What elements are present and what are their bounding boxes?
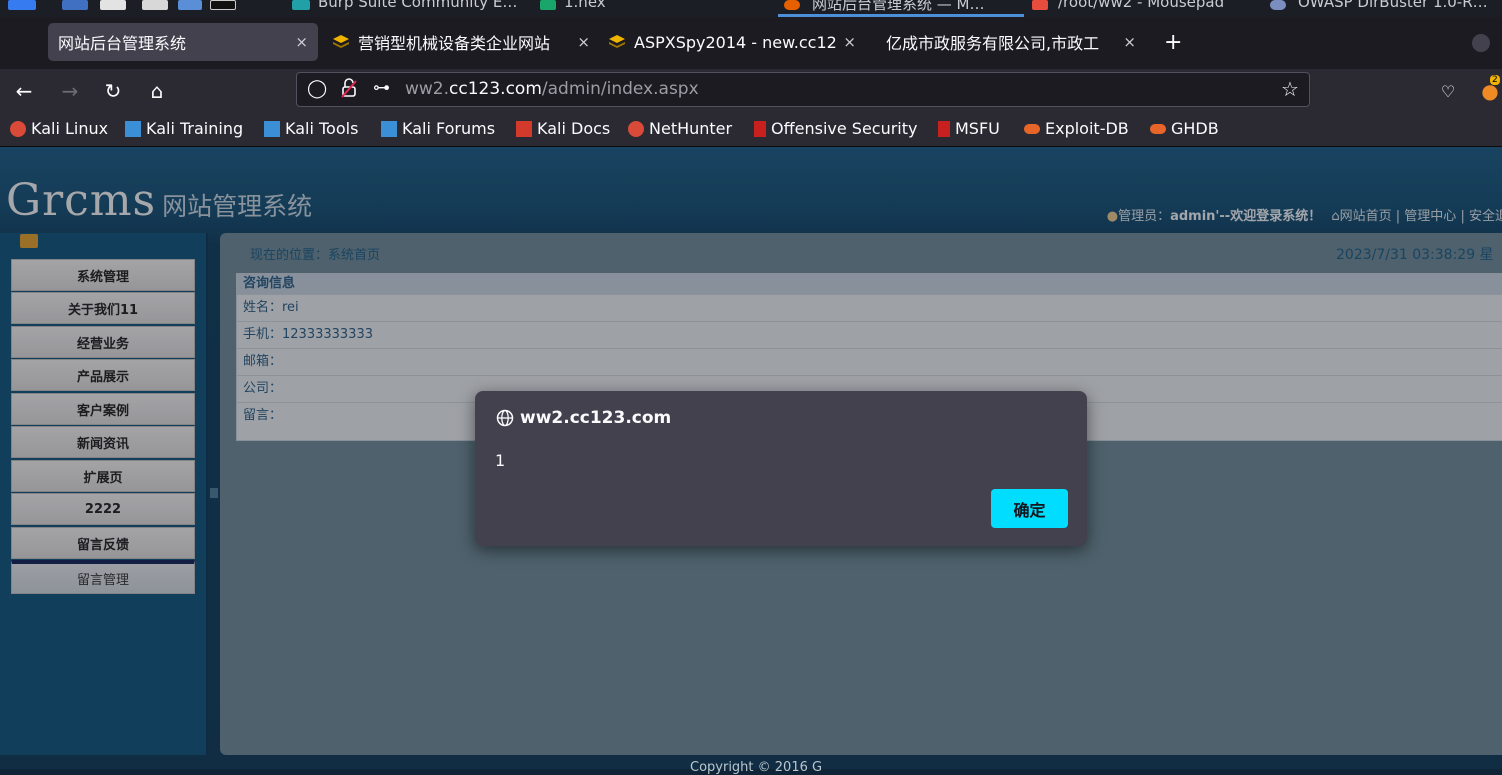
extension-badge: 2 <box>1490 75 1500 85</box>
desktop-icon[interactable] <box>62 0 88 10</box>
taskbar-item-hex[interactable]: 1.hex <box>564 0 606 11</box>
offsec-icon <box>754 120 766 137</box>
copyright-footer: Copyright © 2016 G <box>690 760 823 775</box>
taskbar-item-mousepad[interactable]: /root/ww2 - Mousepad <box>1058 0 1224 11</box>
navigation-bar: ← → ↻ ⌂ ◯ ⊶ ww2.cc123.com/admin/index.as… <box>0 69 1502 113</box>
back-arrow-icon[interactable]: ← <box>10 77 38 105</box>
bookmark-kali-training[interactable]: Kali Training <box>125 119 243 138</box>
url-text[interactable]: ww2.cc123.com/admin/index.aspx <box>405 79 699 99</box>
tab-title: ASPXSpy2014 - new.cc123 <box>634 32 838 52</box>
bookmark-msfu[interactable]: MSFU <box>938 119 1000 138</box>
url-host-prefix: ww2. <box>405 79 450 99</box>
burp-icon <box>292 0 310 10</box>
new-tab-button[interactable]: + <box>1154 23 1194 61</box>
close-tab-icon[interactable]: × <box>843 33 856 51</box>
tab-machinery[interactable]: 营销型机械设备类企业网站 × <box>322 23 600 61</box>
close-tab-icon[interactable]: × <box>1123 33 1136 51</box>
firefox-icon <box>784 0 800 10</box>
kali-docs-icon <box>516 120 532 137</box>
bookmark-label: GHDB <box>1171 119 1219 138</box>
close-tab-icon[interactable]: × <box>577 33 590 51</box>
alert-dialog: ww2.cc123.com 1 确定 <box>475 391 1087 546</box>
bookmark-star-icon[interactable]: ☆ <box>1281 77 1299 101</box>
address-bar[interactable]: ◯ ⊶ ww2.cc123.com/admin/index.aspx ☆ <box>296 72 1310 107</box>
close-tab-icon[interactable]: × <box>295 33 308 51</box>
bookmark-ghdb[interactable]: GHDB <box>1150 119 1219 138</box>
dirbuster-icon <box>1270 0 1286 10</box>
taskbar-item-burp[interactable]: Burp Suite Community E… <box>318 0 517 11</box>
taskbar-item-dirbuster[interactable]: OWASP DirBuster 1.0-R… <box>1298 0 1488 11</box>
tab-strip: 网站后台管理系统 × 营销型机械设备类企业网站 × ASPXSpy2014 - … <box>0 17 1502 69</box>
forward-arrow-icon[interactable]: → <box>56 77 84 105</box>
exploitdb-icon <box>1024 123 1040 134</box>
tab-admin[interactable]: 网站后台管理系统 × <box>48 23 318 61</box>
files-icon[interactable] <box>100 0 126 10</box>
home-icon[interactable]: ⌂ <box>143 77 171 105</box>
bookmark-label: Kali Forums <box>402 119 496 138</box>
url-path: /admin/index.aspx <box>541 79 699 99</box>
tab-title: 亿成市政服务有限公司,市政工 <box>886 34 1100 53</box>
layers-icon <box>608 33 626 51</box>
bookmark-exploit-db[interactable]: Exploit-DB <box>1024 119 1129 138</box>
tab-yicheng[interactable]: 亿成市政服务有限公司,市政工 × <box>876 23 1146 61</box>
ghdb-icon <box>1150 123 1166 134</box>
globe-icon <box>496 409 514 427</box>
bookmark-label: Kali Linux <box>31 119 109 138</box>
bookmark-kali-forums[interactable]: Kali Forums <box>381 119 495 138</box>
kali-menu-icon[interactable] <box>8 0 36 10</box>
bookmark-label: Offensive Security <box>771 119 918 138</box>
kali-tools-icon <box>264 120 280 137</box>
bookmark-kali-linux[interactable]: Kali Linux <box>10 119 108 138</box>
tab-aspxspy[interactable]: ASPXSpy2014 - new.cc123 × <box>598 23 866 61</box>
bookmark-nethunter[interactable]: NetHunter <box>628 119 732 138</box>
msfu-icon <box>938 120 950 137</box>
nethunter-icon <box>628 120 644 137</box>
pocket-icon[interactable]: ♡ <box>1434 77 1462 105</box>
bookmark-kali-docs[interactable]: Kali Docs <box>516 119 610 138</box>
bookmark-label: Kali Training <box>146 119 244 138</box>
editor-icon[interactable] <box>142 0 168 10</box>
kali-training-icon <box>125 120 141 137</box>
tab-title: 网站后台管理系统 <box>58 34 187 53</box>
dialog-title: ww2.cc123.com <box>496 408 671 428</box>
kali-forums-icon <box>381 120 397 137</box>
bookmarks-toolbar: Kali Linux Kali Training Kali Tools Kali… <box>0 113 1502 147</box>
browser-icon[interactable] <box>178 0 202 10</box>
terminal-icon[interactable] <box>210 0 236 10</box>
layers-icon <box>332 33 350 51</box>
bookmark-label: NetHunter <box>649 119 733 138</box>
insecure-lock-icon[interactable] <box>341 77 357 99</box>
ok-button[interactable]: 确定 <box>991 489 1068 528</box>
bookmark-kali-tools[interactable]: Kali Tools <box>264 119 358 138</box>
bookmark-label: Kali Docs <box>537 119 611 138</box>
bookmark-label: Kali Tools <box>285 119 359 138</box>
dialog-message: 1 <box>495 451 506 470</box>
mousepad-icon <box>1032 0 1048 10</box>
account-icon[interactable] <box>1472 34 1490 52</box>
hex-icon <box>540 0 556 10</box>
os-taskbar: Burp Suite Community E… 1.hex 网站后台管理系统 —… <box>0 0 1502 17</box>
permissions-key-icon[interactable]: ⊶ <box>373 78 390 98</box>
dialog-origin: ww2.cc123.com <box>520 408 672 428</box>
bookmark-label: Exploit-DB <box>1045 119 1129 138</box>
kali-icon <box>10 120 26 137</box>
taskbar-item-firefox[interactable]: 网站后台管理系统 — M… <box>812 0 984 14</box>
shield-icon[interactable]: ◯ <box>307 78 327 99</box>
tab-title: 营销型机械设备类企业网站 <box>358 34 551 53</box>
bookmark-offensive-security[interactable]: Offensive Security <box>754 119 917 138</box>
url-host: cc123.com <box>449 79 542 99</box>
reload-icon[interactable]: ↻ <box>99 77 127 105</box>
bookmark-label: MSFU <box>955 119 1000 138</box>
